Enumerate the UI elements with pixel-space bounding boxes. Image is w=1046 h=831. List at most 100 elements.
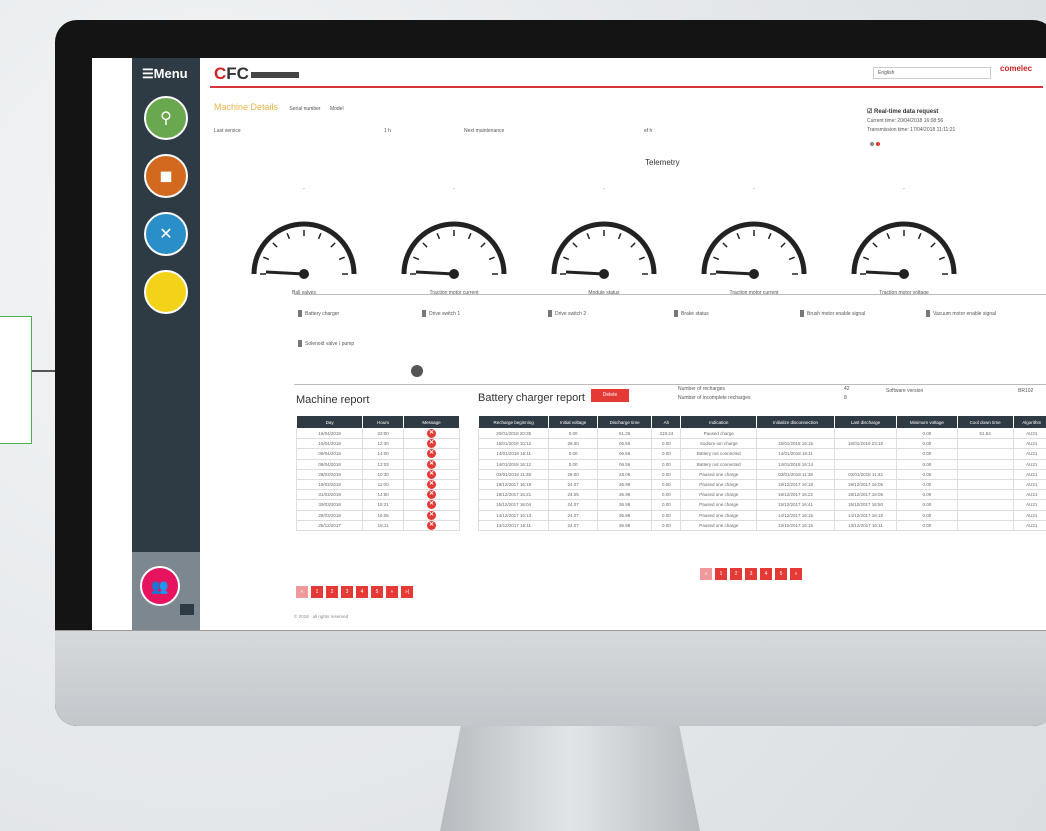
table-row[interactable]: 13/12/2017 16:11 24.07 36.98 0.00 Paused one… (477, 519, 1046, 531)
page-button[interactable]: » (790, 568, 802, 580)
gauge-label: Traction motor voltage (879, 290, 929, 296)
table-cell: 61.26 (596, 427, 653, 440)
nav-button[interactable]: ◼ (144, 154, 188, 198)
page-button[interactable]: 4 (356, 586, 368, 598)
table-row[interactable]: 18/12/2017 16:21 24.05 36.98 0.00 Paused one… (477, 489, 1046, 501)
io-label: Drive switch 1 (429, 310, 461, 317)
table-cell (833, 427, 898, 440)
column-header: Ah (651, 415, 682, 429)
callout-box (0, 316, 32, 444)
alert-icon[interactable]: ✕ (427, 439, 437, 449)
table-row[interactable]: 19/12/2017 16:18 24.07 36.98 0.00 Paused one… (477, 478, 1046, 491)
page-button[interactable]: 4 (760, 568, 772, 580)
callout-dot (411, 365, 423, 377)
alert-icon[interactable]: ✕ (427, 520, 437, 530)
page-button[interactable]: 5 (371, 586, 383, 598)
table-cell (956, 458, 1014, 470)
alert-icon[interactable]: ✕ (427, 459, 437, 469)
alert-icon[interactable]: ✕ (427, 469, 437, 479)
page-button[interactable]: « (296, 586, 308, 598)
table-cell: AU21 (1012, 458, 1046, 470)
table-cell: 28.06 (596, 468, 653, 480)
table-cell: Paused one charge (680, 519, 758, 531)
table-row[interactable]: 20/01/2018 20:35 0.00 61.26 219.24 Paused ch… (477, 427, 1046, 440)
table-cell: 14/12/2017 16:15 (833, 509, 898, 521)
table-cell: 15/01/2018 16:15 (756, 438, 835, 450)
page-button[interactable]: 1 (715, 568, 727, 580)
table-cell: 31/03/2018 (295, 489, 364, 501)
gauge-value: - (603, 186, 605, 192)
page-button[interactable]: 3 (745, 568, 757, 580)
indicator-icon (298, 310, 302, 317)
message-cell: ✕ (403, 489, 460, 501)
table-row[interactable]: 15/12/2017 16:04 24.07 36.98 0.00 Paused one… (477, 499, 1046, 511)
indicator-icon (298, 340, 302, 347)
user-avatar[interactable]: 👥 (140, 566, 180, 606)
page-button[interactable]: 3 (341, 586, 353, 598)
page-button[interactable]: » (386, 586, 398, 598)
delete-button[interactable]: Delete (591, 389, 629, 402)
table-row[interactable]: 09/04/2018 14:00 ✕ (295, 448, 460, 460)
table-cell: 03/01/2018 11:38 (756, 468, 835, 480)
table-cell: 0.00 (651, 468, 682, 480)
main-content: CFC English comelec Machine Details Seri… (210, 58, 1046, 630)
table-row[interactable]: 14/01/2018 16:12 0.00 06.56 0.00 Battery not… (477, 458, 1046, 470)
io-label: Battery charger (305, 310, 340, 317)
nav-button[interactable] (144, 270, 188, 314)
table-row[interactable]: 14/12/2017 16:13 24.07 36.98 0.00 Paused one… (477, 509, 1046, 521)
language-select[interactable]: English (873, 67, 991, 79)
table-cell: 51.54 (956, 427, 1014, 440)
table-row[interactable]: 28/03/2018 10:30 ✕ (295, 468, 460, 480)
table-cell: 14/12/2017 16:15 (756, 509, 835, 521)
alert-icon[interactable]: ✕ (427, 449, 437, 459)
nav-button[interactable]: ⚲ (144, 96, 188, 140)
alert-icon[interactable]: ✕ (427, 500, 437, 510)
table-cell: 14/01/2018 16:11 (756, 448, 835, 460)
table-row[interactable]: 16/04/2018 23:00 ✕ (295, 427, 460, 440)
user-panel: 👥 (132, 552, 200, 630)
table-cell: 0.00 (896, 509, 958, 521)
page-button[interactable]: « (700, 568, 712, 580)
gauge-value: - (453, 186, 455, 192)
menu-title[interactable]: ☰Menu (132, 58, 200, 82)
table-cell: 0.00 (651, 489, 682, 501)
table-cell: 28.50 (548, 438, 598, 450)
table-cell: 14:00 (362, 448, 405, 460)
table-cell: 14/01/2018 16:14 (756, 458, 835, 470)
alert-icon[interactable]: ✕ (427, 429, 437, 439)
alert-icon[interactable]: ✕ (427, 510, 437, 520)
table-row[interactable]: 15/04/2018 12:30 ✕ (295, 438, 460, 450)
page-button[interactable]: 2 (326, 586, 338, 598)
table-row[interactable]: 30/03/2018 15:21 ✕ (295, 499, 460, 511)
page-button[interactable]: »| (401, 586, 413, 598)
table-row[interactable]: 25/12/2017 18:11 ✕ (295, 519, 460, 531)
table-row[interactable]: 25/03/2018 16:05 ✕ (295, 509, 460, 521)
table-cell: 19/12/2017 16:05 (833, 478, 898, 491)
alert-icon[interactable]: ✕ (427, 490, 437, 500)
table-row[interactable]: 15/01/2018 10:12 28.50 06.56 0.00 Sodium-ion… (477, 438, 1046, 450)
page-button[interactable]: 2 (730, 568, 742, 580)
table-row[interactable]: 19/03/2018 11:00 ✕ (295, 478, 460, 491)
page-button[interactable]: 1 (311, 586, 323, 598)
wrench-icon: ✕ (159, 226, 173, 243)
io-label: Vacuum motor enable signal (933, 310, 996, 317)
io-indicator: Brake status (674, 310, 709, 317)
realtime-checkbox[interactable]: ☑ Real-time data request (867, 109, 938, 115)
table-row[interactable]: 31/03/2018 14:50 ✕ (295, 489, 460, 501)
table-row[interactable]: 03/01/2018 11:38 28.00 28.06 0.00 Paused one… (477, 468, 1046, 480)
table-cell: Battery not connected (680, 448, 758, 460)
table-cell: 13/12/2017 16:15 (756, 519, 835, 531)
table-cell: 0.00 (651, 478, 682, 491)
status-leds (870, 142, 882, 148)
table-cell: 0.00 (651, 519, 682, 531)
alert-icon[interactable]: ✕ (427, 480, 437, 490)
nav-button[interactable]: ✕ (144, 212, 188, 256)
message-cell: ✕ (403, 427, 460, 440)
page-button[interactable]: 5 (775, 568, 787, 580)
sidebar: ☰Menu ⚲ ◼ ✕ 👥 (132, 58, 200, 630)
table-row[interactable]: 08/04/2018 12:03 ✕ (295, 458, 460, 470)
battery-report-table: Recharge beginning Initial voltage Dischar… (477, 415, 1046, 531)
io-indicator: Brush motor enable signal (800, 310, 865, 317)
table-row[interactable]: 14/01/2018 16:11 0.00 06.56 0.00 Battery not… (477, 448, 1046, 460)
logout-icon[interactable] (180, 604, 194, 615)
